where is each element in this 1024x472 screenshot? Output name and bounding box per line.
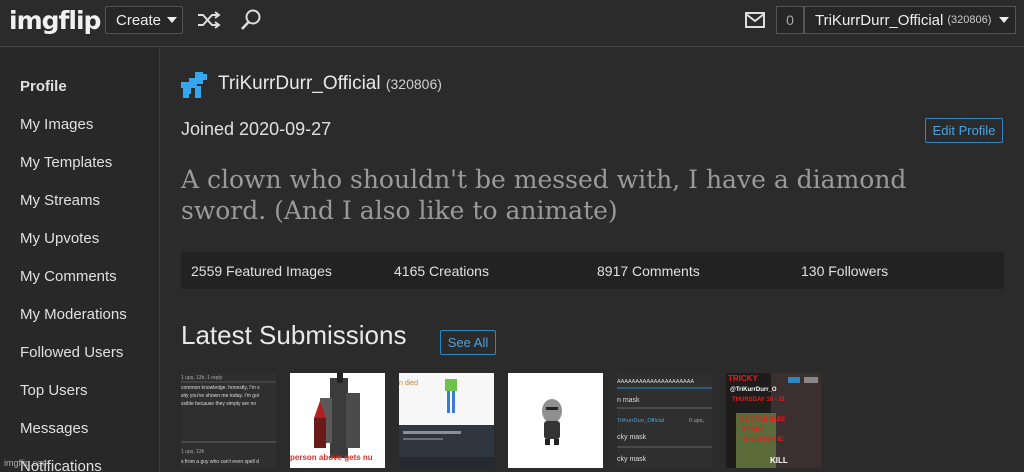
stats-bar: 2559 Featured Images 4165 Creations 8917… <box>181 252 1004 289</box>
sidebar-item-top-users[interactable]: Top Users <box>20 382 88 399</box>
profile-username: TriKurrDurr_Official <box>218 73 381 94</box>
create-button[interactable]: Create <box>105 6 183 34</box>
submission-thumbnail[interactable]: AAAAAAAAAAAAAAAAAAAAA n mask TriKurrDurr… <box>617 373 712 468</box>
sidebar-item-my-comments[interactable]: My Comments <box>20 268 117 285</box>
see-all-button[interactable]: See All <box>440 330 496 355</box>
thumb-text: GE CRAB BLEE <box>740 417 785 423</box>
imgflip-watermark: imgflip.com <box>4 458 50 468</box>
chevron-down-icon <box>999 17 1010 23</box>
thumb-text: cky mask <box>617 456 647 463</box>
thumb-text: 1 ups, 13h, 1 reply <box>181 375 223 381</box>
thumb-text: 0 ups, <box>689 418 704 424</box>
thumb-text: sity you've shown me today. I'm goi <box>181 393 259 399</box>
submission-thumbnail[interactable]: 1 ups, 13h, 1 reply common knowledge. ho… <box>181 373 276 468</box>
edit-profile-button[interactable]: Edit Profile <box>925 118 1003 143</box>
latest-submissions-heading: Latest Submissions <box>181 320 407 350</box>
sidebar-item-my-upvotes[interactable]: My Upvotes <box>20 230 99 247</box>
sidebar-item-my-streams[interactable]: My Streams <box>20 192 100 209</box>
sidebar-item-my-images[interactable]: My Images <box>20 116 93 133</box>
game-screenshot-thumbnail-image: n died <box>399 373 494 468</box>
notification-list-thumbnail-image: AAAAAAAAAAAAAAAAAAAAA n mask TriKurrDurr… <box>617 373 712 468</box>
sidebar-item-profile[interactable]: Profile <box>20 78 67 95</box>
thumb-text: ssible because they simply are no <box>181 401 256 407</box>
submission-thumbnail[interactable]: n died <box>399 373 494 468</box>
thumb-text: THURSDAY 10 - 31 <box>732 397 786 403</box>
thumb-text: n died <box>399 380 418 387</box>
thumb-text: KILL <box>770 456 788 465</box>
sidebar-item-messages[interactable]: Messages <box>20 420 88 437</box>
user-menu-button[interactable]: TriKurrDurr_Official (320806) <box>804 6 1016 34</box>
submission-thumbnail[interactable]: person above gets nu <box>290 373 385 468</box>
sidebar-item-my-templates[interactable]: My Templates <box>20 154 112 171</box>
announcement-thumbnail-image: TRICKY @TriKurrDurr_O THURSDAY 10 - 31 G… <box>726 373 821 468</box>
character-thumbnail-image <box>508 373 603 468</box>
stat-featured-images[interactable]: 2559 Featured Images <box>191 263 332 279</box>
thumb-text: AAAAAAAAAAAAAAAAAAAAA <box>617 379 694 385</box>
username-label: TriKurrDurr_Official <box>815 11 944 29</box>
stat-creations[interactable]: 4165 Creations <box>394 263 489 279</box>
chevron-down-icon <box>167 17 178 23</box>
pixel-avatar-icon <box>181 72 207 98</box>
comment-screenshot-thumbnail-image: 1 ups, 13h, 1 reply common knowledge. ho… <box>181 373 276 468</box>
sidebar-item-followed-users[interactable]: Followed Users <box>20 344 123 361</box>
search-icon[interactable] <box>239 8 263 32</box>
top-navbar: imgflip Create 0 TriKurrDurr_Official (3… <box>0 0 1024 47</box>
stat-comments[interactable]: 8917 Comments <box>597 263 700 279</box>
submission-thumbnail[interactable]: TRICKY @TriKurrDurr_O THURSDAY 10 - 31 G… <box>726 373 821 468</box>
profile-points: (320806) <box>385 76 442 92</box>
submission-thumbnail[interactable] <box>508 373 603 468</box>
create-button-label: Create <box>116 11 162 29</box>
thumb-text: n mask <box>617 397 640 404</box>
thumb-text: TriKurrDurr_Official <box>617 418 664 424</box>
thumb-text: cky mask <box>617 434 647 441</box>
notification-count[interactable]: 0 <box>776 6 804 34</box>
joined-date: Joined 2020-09-27 <box>181 119 332 139</box>
thumb-caption: person above gets nu <box>290 453 373 462</box>
shuffle-icon[interactable] <box>196 9 222 31</box>
thumb-text: ST CHA <box>742 427 765 433</box>
profile-main: TriKurrDurr_Official (320806) Joined 202… <box>161 48 1024 472</box>
stat-followers[interactable]: 130 Followers <box>801 263 888 279</box>
thumb-text: common knowledge. honestly, I'm s <box>181 385 260 391</box>
thumb-text: s from a guy who can't even spell d <box>181 459 259 465</box>
thumb-text: TRICKY <box>728 374 758 383</box>
user-points: (320806) <box>947 14 992 26</box>
sidebar: Profile My Images My Templates My Stream… <box>0 48 160 472</box>
thumb-text: 1 ups, 13h <box>181 449 205 455</box>
sidebar-item-my-moderations[interactable]: My Moderations <box>20 306 127 323</box>
thumb-text: @TriKurrDurr_O <box>730 387 777 393</box>
mail-icon[interactable] <box>745 12 765 28</box>
profile-name: TriKurrDurr_Official (320806) <box>218 73 442 95</box>
profile-bio: A clown who shouldn't be messed with, I … <box>181 165 907 225</box>
weapon-meme-thumbnail-image: person above gets nu <box>290 373 385 468</box>
imgflip-logo[interactable]: imgflip <box>9 6 101 35</box>
thumb-text: D CUSTOM IC <box>744 437 784 443</box>
